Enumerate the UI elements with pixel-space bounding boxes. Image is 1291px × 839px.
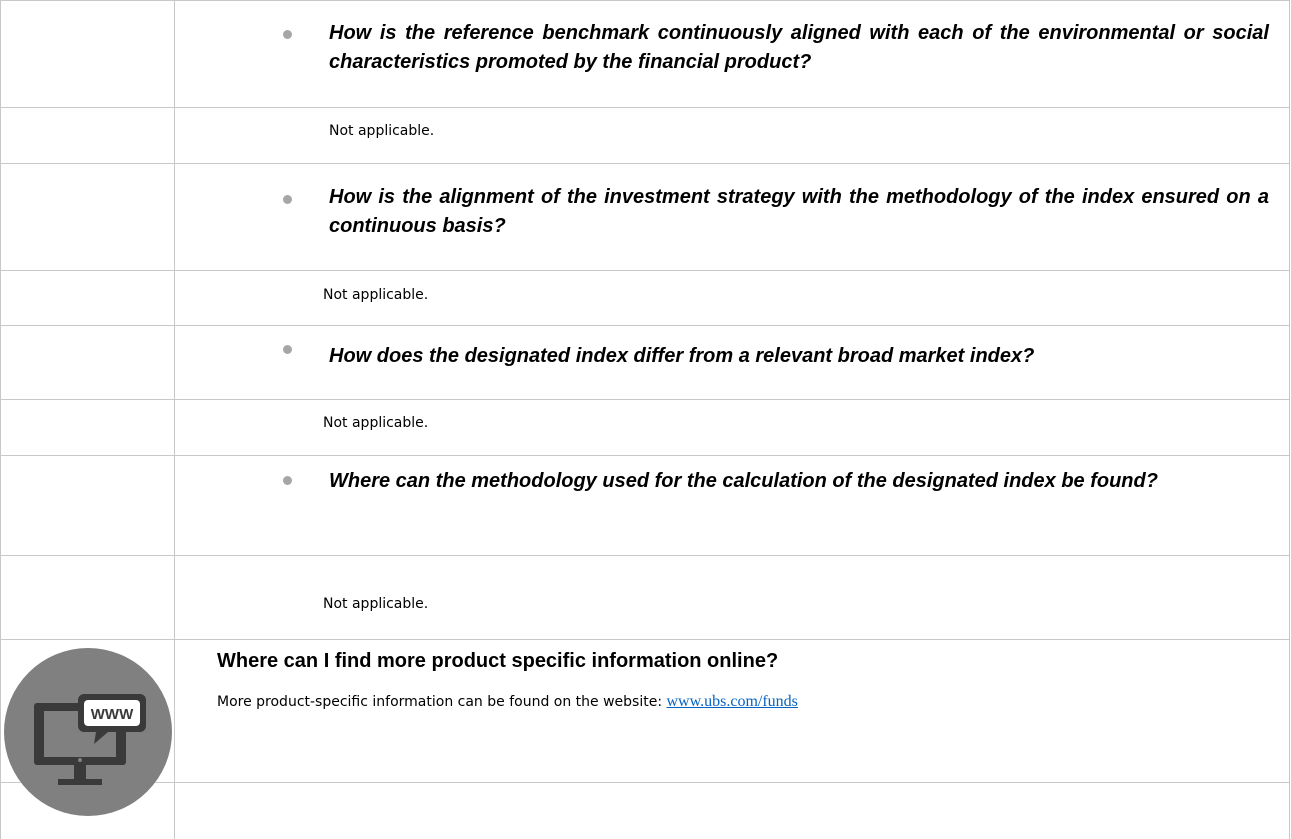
- bullet-point: [283, 476, 292, 485]
- website-icon: WWW: [4, 648, 172, 816]
- online-info-description: More product-specific information can be…: [217, 694, 667, 710]
- row-divider: [0, 555, 1290, 556]
- answer-4: Not applicable.: [323, 596, 429, 612]
- question-4: Where can the methodology used for the c…: [329, 470, 1158, 492]
- row-divider: [0, 399, 1290, 400]
- bullet-point: [283, 30, 292, 39]
- row-divider: [0, 639, 1290, 640]
- bullet-point: [283, 345, 292, 354]
- www-label: WWW: [91, 706, 134, 723]
- document-page: How is the reference benchmark continuou…: [0, 0, 1290, 839]
- answer-3: Not applicable.: [323, 415, 429, 431]
- question-2: How is the alignment of the investment s…: [329, 186, 1269, 237]
- row-divider: [0, 782, 1290, 783]
- row-divider: [0, 325, 1290, 326]
- funds-website-link[interactable]: www.ubs.com/funds: [667, 693, 798, 710]
- right-border: [1289, 0, 1290, 839]
- row-divider: [0, 107, 1290, 108]
- bullet-point: [283, 195, 292, 204]
- row-divider: [0, 455, 1290, 456]
- question-3: How does the designated index differ fro…: [329, 345, 1035, 367]
- column-divider: [174, 0, 175, 839]
- row-divider: [0, 163, 1290, 164]
- answer-1: Not applicable.: [329, 123, 435, 139]
- question-1: How is the reference benchmark continuou…: [329, 22, 1269, 73]
- online-info-text: More product-specific information can be…: [217, 693, 798, 711]
- row-divider: [0, 0, 1290, 1]
- left-border: [0, 0, 1, 839]
- online-info-heading: Where can I find more product specific i…: [217, 650, 779, 672]
- row-divider: [0, 270, 1290, 271]
- answer-2: Not applicable.: [323, 287, 429, 303]
